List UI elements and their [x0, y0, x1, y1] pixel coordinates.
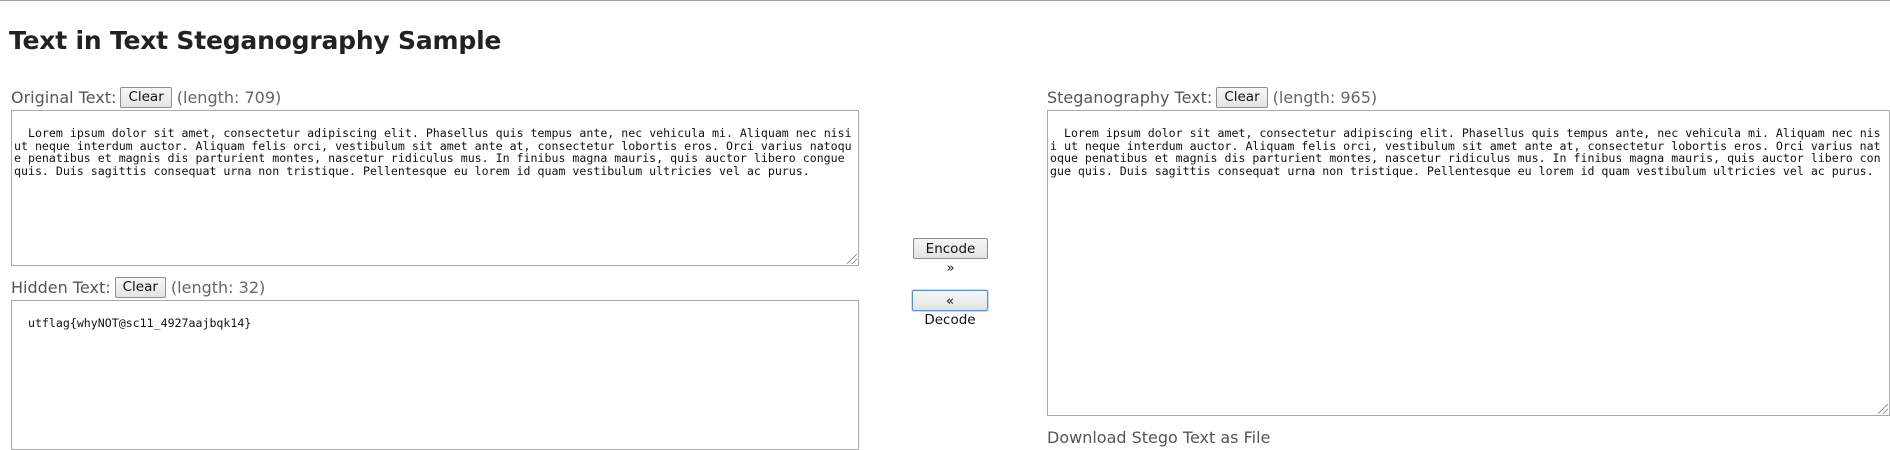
stego-text-label: Steganography Text: [1047, 88, 1213, 107]
stego-text-value: Lorem ipsum dolor sit amet, consectetur … [1050, 125, 1881, 179]
resize-grip-icon[interactable] [847, 254, 857, 264]
download-stego-link[interactable]: Download Stego Text as File [1047, 428, 1270, 447]
hidden-text-label: Hidden Text: [11, 278, 111, 297]
original-text-label: Original Text: [11, 88, 117, 107]
clear-original-button[interactable]: Clear [120, 87, 172, 108]
clear-stego-button[interactable]: Clear [1216, 87, 1268, 108]
stego-text-header: Steganography Text: Clear (length: 965) [1047, 87, 1377, 108]
hidden-length: (length: 32) [170, 278, 266, 297]
resize-grip-icon[interactable] [1878, 404, 1888, 414]
original-text-header: Original Text: Clear (length: 709) [11, 87, 281, 108]
hidden-text-area[interactable]: utflag{whyNOT@sc11_4927aajbqk14} [11, 300, 859, 450]
hidden-text-header: Hidden Text: Clear (length: 32) [11, 277, 265, 298]
original-length: (length: 709) [176, 88, 282, 107]
stego-text-area[interactable]: Lorem ipsum dolor sit amet, consectetur … [1047, 110, 1890, 416]
original-text-value: Lorem ipsum dolor sit amet, consectetur … [14, 125, 859, 179]
clear-hidden-button[interactable]: Clear [114, 277, 166, 298]
original-text-area[interactable]: Lorem ipsum dolor sit amet, consectetur … [11, 110, 859, 266]
hidden-text-value: utflag{whyNOT@sc11_4927aajbqk14} [27, 315, 252, 330]
page-title: Text in Text Steganography Sample [9, 26, 502, 55]
stego-length: (length: 965) [1272, 88, 1378, 107]
top-border [0, 0, 1890, 1]
decode-button[interactable]: « Decode [912, 290, 988, 328]
encode-button[interactable]: Encode » [913, 238, 988, 276]
